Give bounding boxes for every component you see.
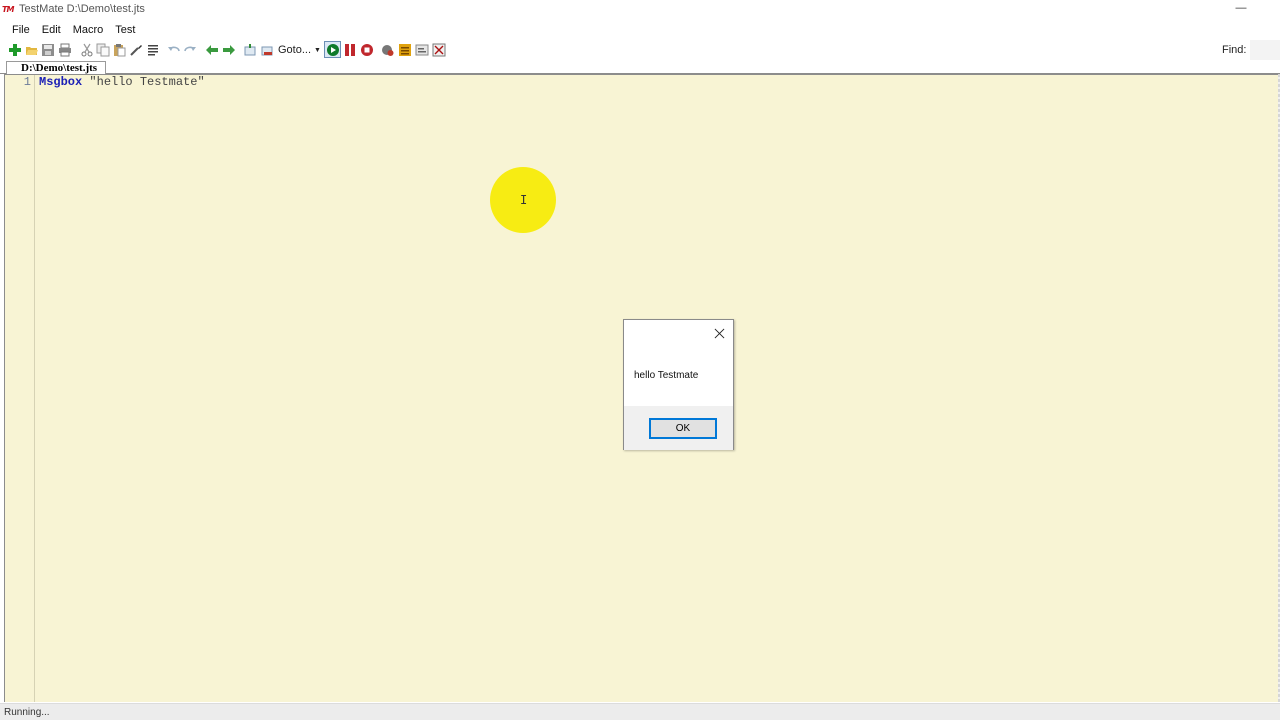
gear-icon bbox=[415, 44, 428, 55]
window-title: TestMate D:\Demo\test.jts bbox=[19, 3, 145, 15]
folder-open-icon bbox=[25, 46, 38, 55]
align-button[interactable] bbox=[145, 42, 160, 57]
play-icon bbox=[326, 43, 339, 56]
scissors-icon bbox=[81, 43, 92, 56]
new-file-button[interactable] bbox=[7, 42, 22, 57]
lines-icon bbox=[147, 44, 158, 55]
save-button[interactable] bbox=[40, 42, 55, 57]
copy-icon bbox=[96, 43, 109, 56]
arrow-left-icon bbox=[205, 44, 218, 55]
print-button[interactable] bbox=[57, 42, 72, 57]
undo-button[interactable] bbox=[166, 42, 181, 57]
pause-button[interactable] bbox=[342, 42, 357, 57]
menu-macro[interactable]: Macro bbox=[67, 21, 110, 40]
dialog-close-button[interactable] bbox=[712, 326, 726, 340]
menu-edit[interactable]: Edit bbox=[36, 21, 67, 40]
line-number-gutter: 1 bbox=[5, 75, 35, 702]
dialog-footer: OK bbox=[624, 406, 733, 450]
dialog-message: hello Testmate bbox=[634, 370, 699, 381]
message-box-dialog: hello Testmate OK bbox=[623, 319, 734, 450]
toolbar: Goto... ▼ Find: bbox=[0, 40, 1280, 60]
ok-button[interactable]: OK bbox=[649, 418, 717, 439]
object-list-button[interactable] bbox=[397, 42, 412, 57]
menu-file[interactable]: File bbox=[6, 21, 36, 40]
plus-icon bbox=[8, 43, 21, 56]
code-string: "hello Testmate" bbox=[82, 75, 205, 89]
bookmark-remove-icon bbox=[261, 46, 272, 55]
status-bar: Running... bbox=[0, 703, 1280, 720]
cut-button[interactable] bbox=[79, 42, 94, 57]
paste-button[interactable] bbox=[111, 42, 126, 57]
redo-icon bbox=[183, 46, 196, 51]
close-all-button[interactable] bbox=[431, 42, 446, 57]
pause-icon bbox=[344, 43, 355, 56]
menu-bar: File Edit Macro Test bbox=[0, 21, 1280, 40]
bookmark-add-icon bbox=[244, 43, 255, 55]
close-icon bbox=[432, 43, 445, 56]
tab-document[interactable]: D:\Demo\test.jts bbox=[6, 61, 107, 74]
record-icon bbox=[381, 44, 393, 56]
back-button[interactable] bbox=[204, 42, 219, 57]
find-input[interactable] bbox=[1250, 40, 1280, 60]
menu-test[interactable]: Test bbox=[109, 21, 141, 40]
code-keyword: Msgbox bbox=[39, 75, 83, 89]
paste-icon bbox=[113, 43, 125, 56]
goto-label: Goto... bbox=[278, 44, 312, 56]
code-line[interactable]: Msgbox "hello Testmate" bbox=[39, 75, 205, 89]
line-number: 1 bbox=[23, 75, 31, 89]
minimize-button[interactable]: — bbox=[1234, 1, 1248, 17]
run-button[interactable] bbox=[324, 41, 341, 58]
app-logo-icon: TM bbox=[2, 5, 14, 14]
tab-strip bbox=[0, 60, 1280, 74]
stop-button[interactable] bbox=[359, 42, 374, 57]
text-cursor-icon: I bbox=[520, 193, 528, 207]
find-label: Find: bbox=[1222, 44, 1247, 56]
close-icon bbox=[714, 328, 724, 338]
status-text: Running... bbox=[4, 707, 50, 718]
chevron-down-icon: ▼ bbox=[314, 47, 321, 54]
list-icon bbox=[398, 43, 411, 56]
forward-button[interactable] bbox=[221, 42, 236, 57]
brush-icon bbox=[129, 44, 142, 56]
open-file-button[interactable] bbox=[24, 42, 39, 57]
goto-button[interactable]: Goto... ▼ bbox=[278, 42, 321, 58]
copy-button[interactable] bbox=[95, 42, 110, 57]
title-bar: TM TestMate D:\Demo\test.jts — bbox=[0, 0, 1280, 20]
redo-button[interactable] bbox=[182, 42, 197, 57]
record-button[interactable] bbox=[380, 42, 395, 57]
undo-icon bbox=[167, 46, 180, 51]
format-brush-button[interactable] bbox=[128, 42, 143, 57]
bookmark-add-button[interactable] bbox=[242, 42, 257, 57]
bookmark-remove-button[interactable] bbox=[259, 42, 274, 57]
settings-button[interactable] bbox=[414, 42, 429, 57]
arrow-right-icon bbox=[222, 44, 235, 55]
stop-icon bbox=[360, 43, 373, 56]
save-icon bbox=[41, 43, 54, 56]
printer-icon bbox=[58, 43, 71, 56]
